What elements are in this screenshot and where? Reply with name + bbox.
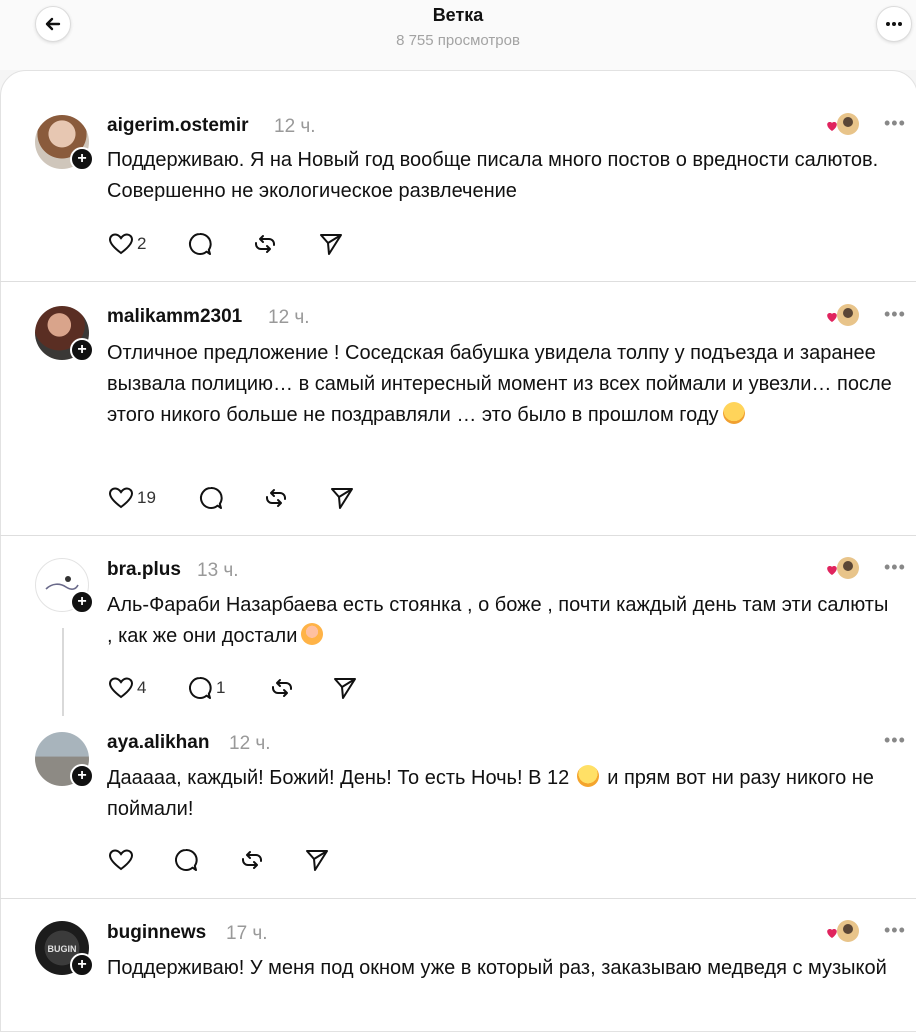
divider: [0, 898, 916, 899]
timestamp[interactable]: 12 ч.: [229, 733, 271, 755]
comment-icon: [200, 487, 223, 509]
follow-plus-icon[interactable]: +: [70, 590, 94, 614]
comment-icon: [175, 849, 198, 871]
like-count: 4: [137, 678, 147, 697]
timestamp[interactable]: 12 ч.: [268, 307, 310, 329]
like-button[interactable]: 4: [108, 675, 146, 701]
thread-line: [62, 628, 64, 716]
like-button[interactable]: 2: [108, 231, 146, 257]
thread-panel: [0, 70, 916, 1032]
divider: [0, 281, 916, 282]
send-icon: [320, 234, 342, 255]
username[interactable]: buginnews: [107, 922, 206, 944]
send-icon: [334, 678, 356, 699]
share-button[interactable]: [318, 231, 344, 257]
svg-text:BUGIN: BUGIN: [48, 944, 77, 954]
post-more-icon[interactable]: •••: [884, 304, 906, 325]
share-button[interactable]: [329, 485, 355, 511]
surprised-emoji-icon: [577, 765, 600, 787]
repost-icon: [272, 679, 292, 697]
comment-icon: [189, 233, 212, 255]
repost-icon: [266, 489, 286, 507]
post-text: Дааааа, каждый! Божий! День! То есть Ноч…: [107, 765, 874, 820]
like-button[interactable]: 19: [108, 485, 156, 511]
reply-button[interactable]: [173, 847, 199, 873]
repost-button[interactable]: [252, 231, 278, 257]
share-button[interactable]: [304, 847, 330, 873]
heart-avatar-icon: [826, 112, 860, 138]
page-title: Ветка: [432, 5, 484, 25]
username[interactable]: aigerim.ostemir: [107, 115, 249, 137]
like-button[interactable]: [108, 847, 134, 873]
header: Ветка 8 755 просмотров: [0, 0, 916, 70]
view-count: 8 755 просмотров: [396, 32, 520, 49]
repost-icon: [255, 235, 275, 253]
post-text: Отличное предложение ! Соседская бабушка…: [107, 342, 892, 426]
post-text: Аль-Фараби Назарбаева есть стоянка , о б…: [107, 594, 889, 647]
follow-plus-icon[interactable]: +: [70, 147, 94, 171]
more-button[interactable]: [876, 6, 912, 42]
username[interactable]: malikamm2301: [107, 306, 242, 328]
smiling-emoji-icon: [722, 402, 745, 424]
heart-avatar-icon: [826, 919, 860, 945]
post-more-icon[interactable]: •••: [884, 113, 906, 134]
reply-button[interactable]: 1: [187, 675, 225, 701]
share-button[interactable]: [332, 675, 358, 701]
heart-icon: [108, 233, 134, 255]
post-more-icon[interactable]: •••: [884, 557, 906, 578]
heart-icon: [108, 849, 134, 871]
like-count: 19: [137, 488, 156, 507]
post-text: Поддерживаю! У меня под окном уже в кото…: [107, 957, 887, 979]
heart-icon: [108, 487, 134, 509]
more-horizontal-icon: [886, 22, 902, 26]
post-text: Поддерживаю. Я на Новый год вообще писал…: [107, 149, 879, 202]
username[interactable]: aya.alikhan: [107, 732, 209, 754]
repost-button[interactable]: [263, 485, 289, 511]
comment-icon: [189, 677, 212, 699]
reply-button[interactable]: [187, 231, 213, 257]
reply-button[interactable]: [198, 485, 224, 511]
post-more-icon[interactable]: •••: [884, 730, 906, 751]
timestamp[interactable]: 13 ч.: [197, 560, 239, 582]
divider: [0, 535, 916, 536]
heart-icon: [108, 677, 134, 699]
follow-plus-icon[interactable]: +: [70, 953, 94, 977]
reply-count: 1: [216, 678, 226, 697]
face-emoji-icon: [301, 623, 324, 645]
send-icon: [331, 488, 353, 509]
repost-button[interactable]: [239, 847, 265, 873]
like-count: 2: [137, 234, 147, 253]
timestamp[interactable]: 17 ч.: [226, 923, 268, 945]
username[interactable]: bra.plus: [107, 559, 181, 581]
send-icon: [306, 850, 328, 871]
timestamp[interactable]: 12 ч.: [274, 116, 316, 138]
repost-icon: [242, 851, 262, 869]
follow-plus-icon[interactable]: +: [70, 338, 94, 362]
follow-plus-icon[interactable]: +: [70, 764, 94, 788]
heart-avatar-icon: [826, 556, 860, 582]
post-more-icon[interactable]: •••: [884, 920, 906, 941]
repost-button[interactable]: [269, 675, 295, 701]
heart-avatar-icon: [826, 303, 860, 329]
